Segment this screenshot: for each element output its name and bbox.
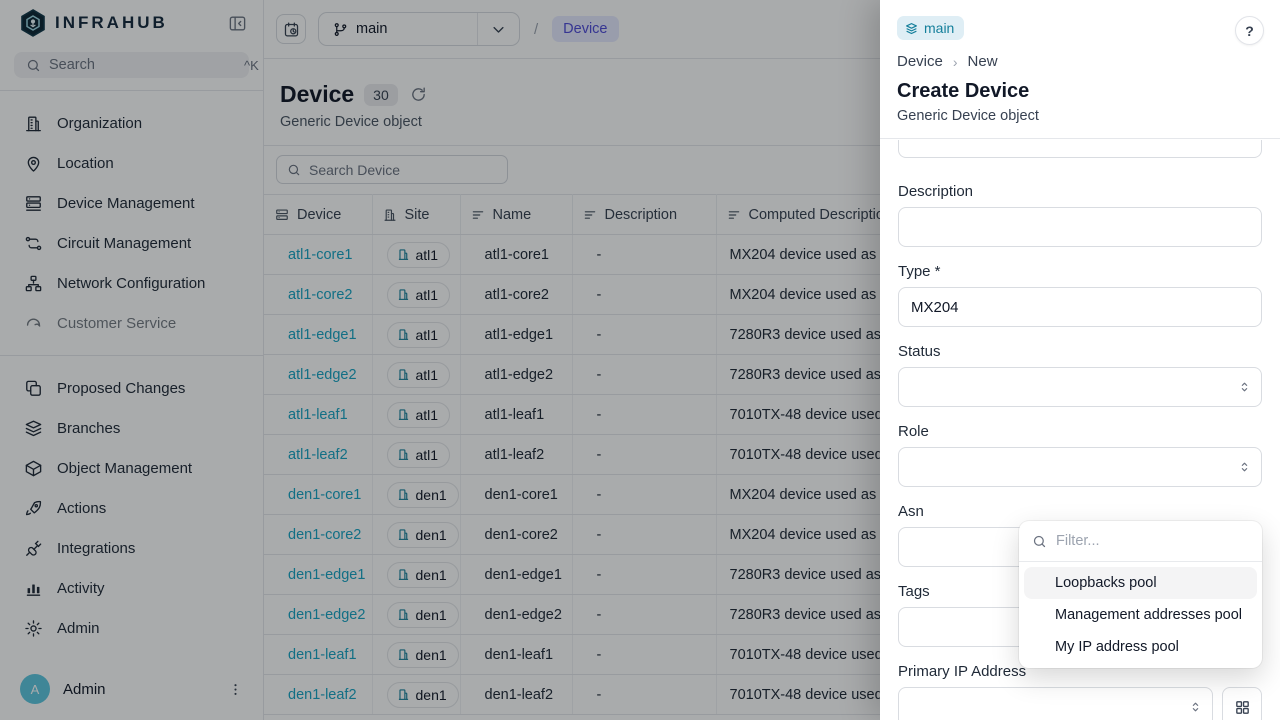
field-label: Role <box>898 423 1262 440</box>
app: INFRAHUB ^K Organization Location <box>0 0 1280 720</box>
layers-icon <box>905 22 918 35</box>
pool-picker-button[interactable] <box>1222 687 1262 720</box>
chevrons-up-down-icon <box>1189 701 1202 714</box>
dropdown-filter[interactable] <box>1019 521 1262 562</box>
field-label: Status <box>898 343 1262 360</box>
drawer-breadcrumb: Device › New <box>897 53 1264 70</box>
modal-overlay[interactable] <box>0 0 880 720</box>
field-status: Status <box>898 343 1262 407</box>
search-icon <box>1032 534 1047 549</box>
pool-dropdown: Loopbacks pool Management addresses pool… <box>1019 521 1262 668</box>
grid-icon <box>1234 699 1251 716</box>
drawer-breadcrumb-parent: Device <box>897 53 943 70</box>
dropdown-options: Loopbacks pool Management addresses pool… <box>1019 562 1262 668</box>
drawer-header: main ? Device › New Create Device Generi… <box>880 0 1280 139</box>
field-description: Description <box>898 183 1262 247</box>
drawer-breadcrumb-current: New <box>968 53 998 70</box>
field-label: Asn <box>898 503 1262 520</box>
description-textarea[interactable] <box>898 207 1262 247</box>
dropdown-filter-input[interactable] <box>1056 533 1249 549</box>
drawer-subtitle: Generic Device object <box>897 108 1264 124</box>
chevrons-up-down-icon <box>1238 381 1251 394</box>
primary-ip-select[interactable] <box>898 687 1213 720</box>
field-label: Description <box>898 183 1262 200</box>
dropdown-option-my-ip-address-pool[interactable]: My IP address pool <box>1024 631 1257 663</box>
chevrons-up-down-icon <box>1238 461 1251 474</box>
help-button[interactable]: ? <box>1235 16 1264 45</box>
status-select[interactable] <box>898 367 1262 407</box>
dropdown-option-loopbacks-pool[interactable]: Loopbacks pool <box>1024 567 1257 599</box>
chevron-right-icon: › <box>953 54 958 70</box>
branch-badge: main <box>897 16 964 40</box>
field-role: Role <box>898 423 1262 487</box>
field-type: Type * <box>898 263 1262 327</box>
name-field-clipped[interactable] <box>898 140 1262 158</box>
field-label: Type * <box>898 263 1262 280</box>
type-input[interactable] <box>899 288 1261 326</box>
drawer-title: Create Device <box>897 80 1264 103</box>
field-primary-ip: Primary IP Address <box>898 663 1262 720</box>
dropdown-option-management-addresses-pool[interactable]: Management addresses pool <box>1024 599 1257 631</box>
role-select[interactable] <box>898 447 1262 487</box>
